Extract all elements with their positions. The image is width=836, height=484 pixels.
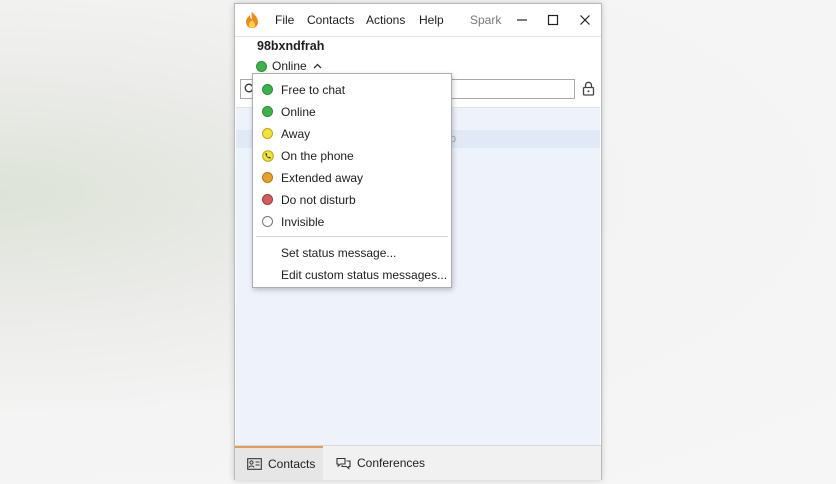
lock-icon[interactable] [582, 81, 595, 96]
status-option-on-the-phone[interactable]: On the phone [253, 145, 451, 167]
menu-actions[interactable]: Actions [366, 13, 405, 27]
status-option-online[interactable]: Online [253, 101, 451, 123]
green-status-dot-icon [262, 106, 274, 118]
status-dropdown-menu: Free to chat Online Away On the phone Ex… [252, 73, 452, 288]
status-option-label: Away [281, 127, 311, 141]
status-option-label: Invisible [281, 215, 325, 229]
title-bar: File Contacts Actions Help Spark [235, 4, 601, 36]
status-option-do-not-disturb[interactable]: Do not disturb [253, 189, 451, 211]
menu-action-label: Set status message... [281, 246, 397, 260]
set-status-message-item[interactable]: Set status message... [253, 242, 451, 264]
brand-label: Spark [470, 13, 502, 27]
tab-conferences[interactable]: Conferences [336, 446, 425, 480]
orange-status-dot-icon [262, 172, 274, 184]
title-divider [235, 36, 601, 37]
spark-logo-icon [246, 12, 258, 28]
menu-separator [256, 236, 448, 237]
menu-help[interactable]: Help [419, 13, 444, 27]
status-label: Online [272, 59, 307, 73]
status-option-extended-away[interactable]: Extended away [253, 167, 451, 189]
empty-status-circle-icon [262, 216, 274, 228]
contact-card-icon [247, 458, 262, 470]
status-option-invisible[interactable]: Invisible [253, 211, 451, 233]
phone-status-icon [262, 150, 274, 162]
status-option-label: Online [281, 105, 316, 119]
close-button[interactable] [573, 9, 597, 31]
red-status-dot-icon [262, 194, 274, 206]
tab-contacts-label: Contacts [268, 457, 316, 471]
maximize-icon [547, 14, 559, 26]
status-option-label: Extended away [281, 171, 364, 185]
online-status-icon [256, 60, 267, 72]
bottom-tab-bar: Contacts Conferences [235, 445, 601, 480]
status-option-label: Free to chat [281, 83, 346, 97]
status-option-label: On the phone [281, 149, 354, 163]
edit-custom-status-messages-item[interactable]: Edit custom status messages... [253, 264, 451, 286]
tab-contacts[interactable]: Contacts [235, 446, 323, 480]
minimize-icon [517, 19, 527, 21]
yellow-status-dot-icon [262, 128, 274, 140]
minimize-button[interactable] [510, 9, 534, 31]
username: 98bxndfrah [257, 39, 325, 53]
status-option-label: Do not disturb [281, 193, 356, 207]
menu-file[interactable]: File [275, 13, 294, 27]
chevron-up-icon [313, 63, 322, 69]
status-option-away[interactable]: Away [253, 123, 451, 145]
close-icon [580, 15, 590, 25]
tab-conferences-label: Conferences [357, 456, 426, 470]
maximize-button[interactable] [541, 9, 565, 31]
status-option-free-to-chat[interactable]: Free to chat [253, 79, 451, 101]
green-status-dot-icon [262, 84, 274, 96]
chat-bubbles-icon [336, 457, 351, 470]
status-selector[interactable]: Online [256, 58, 322, 74]
menu-action-label: Edit custom status messages... [281, 268, 448, 282]
menu-contacts[interactable]: Contacts [307, 13, 354, 27]
